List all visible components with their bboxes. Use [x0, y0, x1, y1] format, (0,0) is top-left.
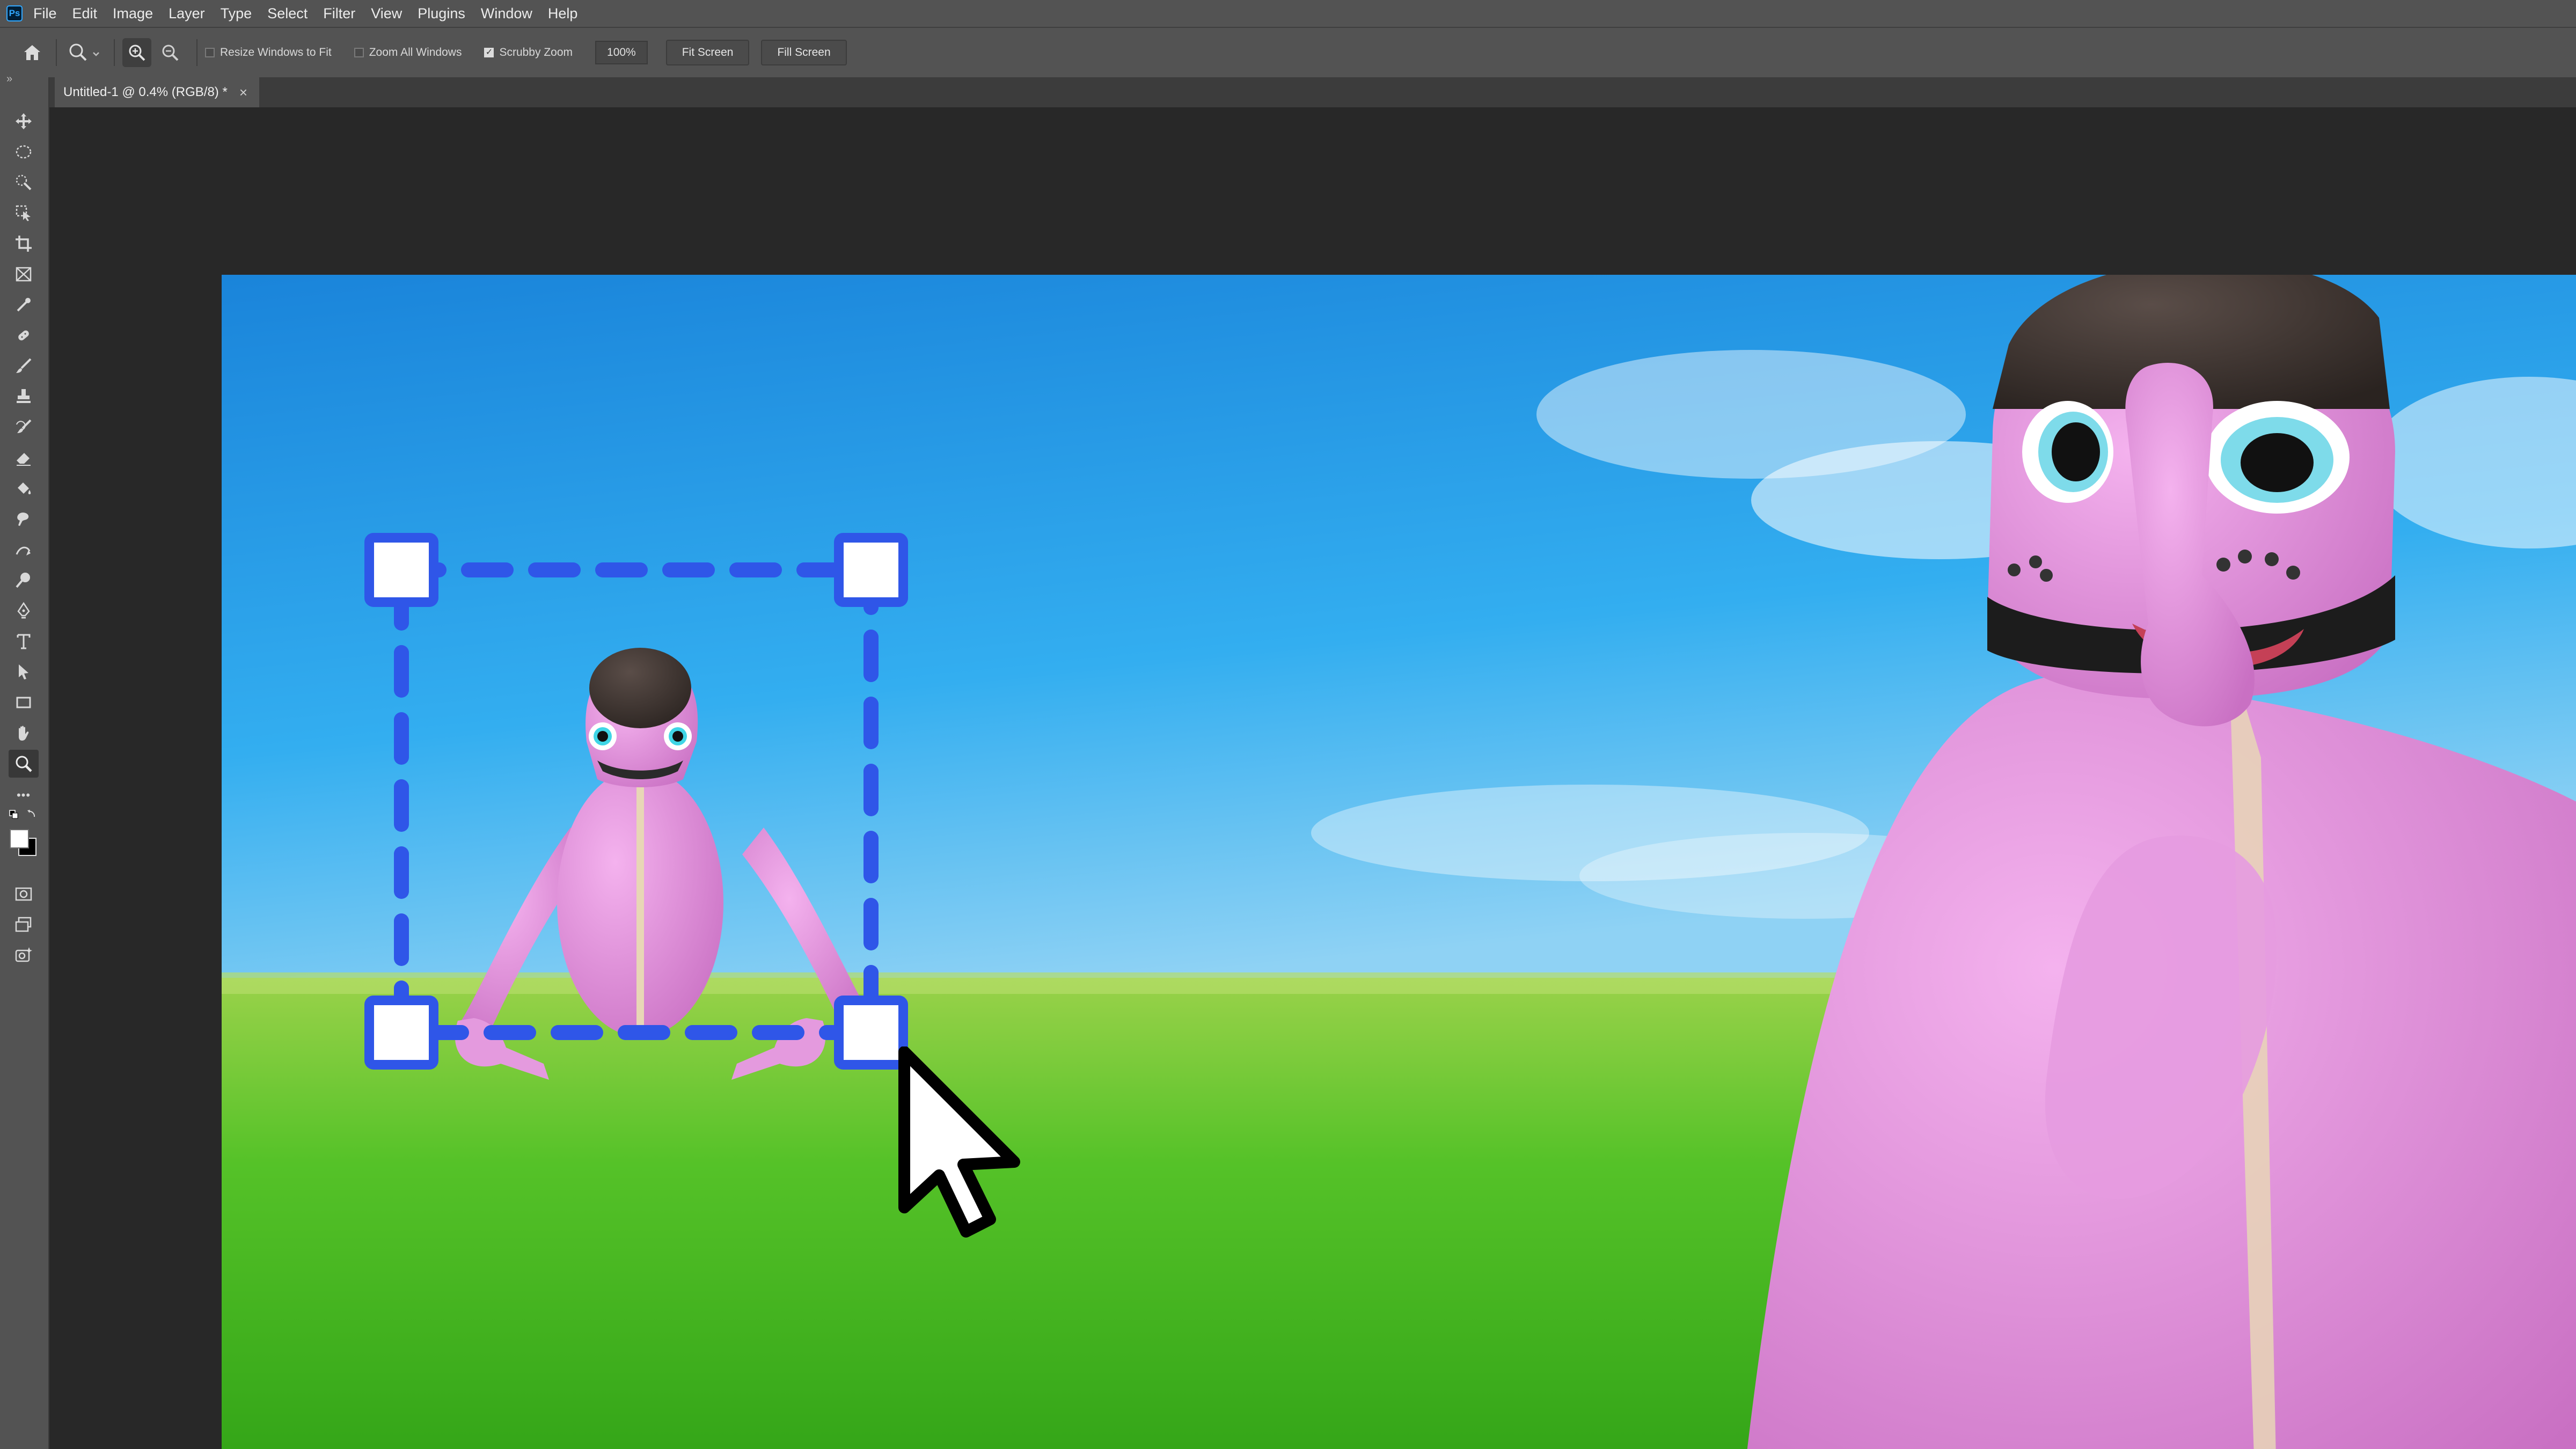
- checkbox-box[interactable]: [205, 48, 215, 57]
- canvas-image: [222, 275, 2576, 1449]
- home-icon[interactable]: [16, 36, 48, 69]
- checkbox-box-checked[interactable]: ✓: [484, 48, 494, 57]
- options-bar: Resize Windows to Fit Zoom All Windows ✓…: [0, 27, 2576, 77]
- menu-image[interactable]: Image: [113, 5, 153, 22]
- checkbox-box[interactable]: [354, 48, 364, 57]
- menu-help[interactable]: Help: [548, 5, 578, 22]
- dodge-tool-icon[interactable]: [9, 566, 39, 594]
- options-separator: [196, 39, 197, 66]
- close-icon[interactable]: ×: [239, 84, 247, 101]
- menu-file[interactable]: File: [33, 5, 57, 22]
- quick-selection-tool-icon[interactable]: [9, 169, 39, 196]
- eraser-tool-icon[interactable]: [9, 444, 39, 472]
- frame-tool-icon[interactable]: [9, 260, 39, 288]
- pen-tool-icon[interactable]: [9, 597, 39, 625]
- menu-filter[interactable]: Filter: [323, 5, 355, 22]
- fill-screen-button[interactable]: Fill Screen: [761, 40, 847, 65]
- color-swatches[interactable]: [9, 823, 39, 864]
- screen-mode-icon[interactable]: [9, 911, 39, 939]
- menu-view[interactable]: View: [371, 5, 402, 22]
- quick-mask-icon[interactable]: [9, 880, 39, 908]
- collapse-panel-icon[interactable]: »: [6, 73, 12, 85]
- zoom-all-windows-checkbox[interactable]: Zoom All Windows: [354, 46, 462, 59]
- menu-type[interactable]: Type: [221, 5, 252, 22]
- brush-tool-icon[interactable]: [9, 352, 39, 380]
- zoom-all-windows-label: Zoom All Windows: [369, 46, 462, 58]
- scrubby-zoom-label: Scrubby Zoom: [499, 46, 573, 58]
- options-separator: [56, 39, 57, 66]
- scrubby-zoom-checkbox[interactable]: ✓ Scrubby Zoom: [484, 46, 573, 59]
- path-selection-tool-icon[interactable]: [9, 658, 39, 686]
- mouse-pointer-icon: [898, 1046, 1020, 1238]
- fit-screen-button[interactable]: Fit Screen: [665, 40, 750, 65]
- rectangle-tool-icon[interactable]: [9, 689, 39, 716]
- canvas-area[interactable]: [49, 107, 2576, 1449]
- smudge-tool-icon[interactable]: [9, 505, 39, 533]
- zoom-tool-icon[interactable]: [9, 750, 39, 778]
- generative-fill-icon[interactable]: [9, 941, 39, 969]
- burn-tool-icon[interactable]: [9, 536, 39, 564]
- document-tab[interactable]: Untitled-1 @ 0.4% (RGB/8) * ×: [55, 77, 259, 107]
- default-colors-icon[interactable]: [9, 807, 39, 823]
- document-tab-title: Untitled-1 @ 0.4% (RGB/8) *: [63, 85, 228, 99]
- menu-plugins[interactable]: Plugins: [418, 5, 465, 22]
- object-selection-tool-icon[interactable]: [9, 199, 39, 227]
- menu-layer[interactable]: Layer: [169, 5, 205, 22]
- crop-tool-icon[interactable]: [9, 230, 39, 258]
- zoom-out-icon[interactable]: [156, 38, 185, 67]
- document-canvas[interactable]: [222, 275, 2576, 1449]
- zoom-tool-preset-icon[interactable]: [64, 36, 106, 69]
- foreground-color-swatch[interactable]: [10, 829, 29, 848]
- clone-stamp-tool-icon[interactable]: [9, 383, 39, 411]
- photoshop-logo-icon: Ps: [6, 5, 23, 21]
- spot-healing-brush-icon[interactable]: [9, 321, 39, 349]
- hand-tool-icon[interactable]: [9, 719, 39, 747]
- menu-window[interactable]: Window: [481, 5, 532, 22]
- menu-bar: Ps File Edit Image Layer Type Select Fil…: [0, 0, 2576, 27]
- resize-windows-label: Resize Windows to Fit: [220, 46, 332, 58]
- type-tool-icon[interactable]: [9, 627, 39, 655]
- edit-toolbar-icon[interactable]: •••: [9, 781, 39, 809]
- elliptical-marquee-tool-icon[interactable]: [9, 138, 39, 166]
- options-separator: [114, 39, 115, 66]
- history-brush-tool-icon[interactable]: [9, 413, 39, 441]
- zoom-in-icon[interactable]: [122, 38, 151, 67]
- paint-bucket-tool-icon[interactable]: [9, 474, 39, 502]
- eyedropper-tool-icon[interactable]: [9, 291, 39, 319]
- resize-windows-checkbox[interactable]: Resize Windows to Fit: [205, 46, 332, 59]
- move-tool-icon[interactable]: [9, 107, 39, 135]
- zoom-percent-field[interactable]: 100%: [595, 41, 648, 64]
- menu-select[interactable]: Select: [267, 5, 308, 22]
- menu-edit[interactable]: Edit: [72, 5, 98, 22]
- document-tab-bar: Untitled-1 @ 0.4% (RGB/8) * ×: [49, 77, 2576, 107]
- tools-panel: » •••: [0, 73, 49, 1449]
